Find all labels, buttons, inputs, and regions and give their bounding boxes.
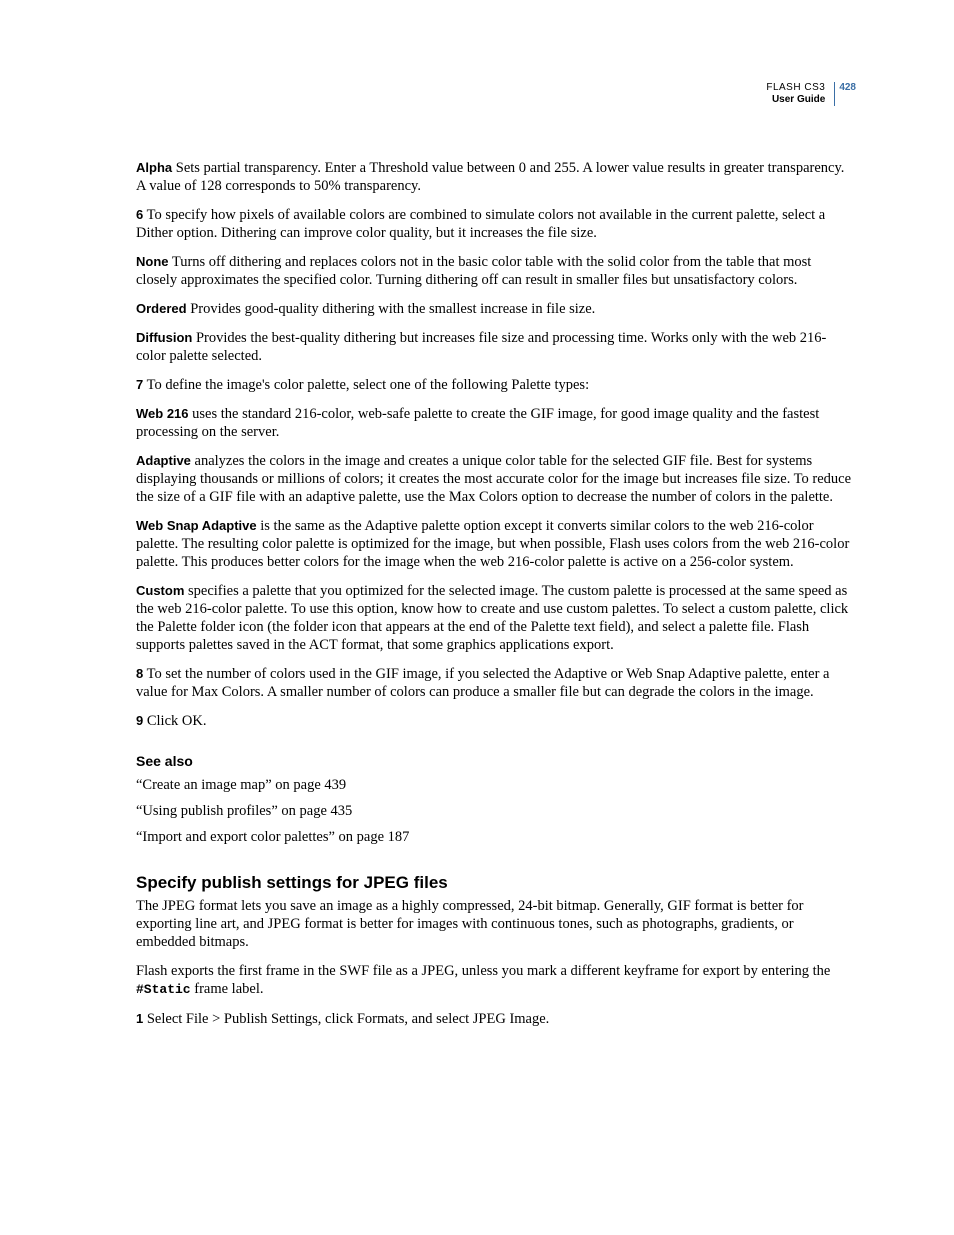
step-7-text: To define the image's color palette, sel… bbox=[143, 377, 589, 393]
jpeg-export: Flash exports the first frame in the SWF… bbox=[136, 962, 854, 999]
term-none: None bbox=[136, 254, 169, 269]
para-adaptive: Adaptive analyzes the colors in the imag… bbox=[136, 452, 854, 506]
text-custom: specifies a palette that you optimized f… bbox=[136, 583, 848, 653]
step-9-text: Click OK. bbox=[143, 713, 206, 729]
term-adaptive: Adaptive bbox=[136, 453, 191, 468]
page-header: FLASH CS3 User Guide 428 bbox=[766, 82, 856, 106]
para-web216: Web 216 uses the standard 216-color, web… bbox=[136, 405, 854, 441]
para-ordered: Ordered Provides good-quality dithering … bbox=[136, 300, 854, 318]
para-none: None Turns off dithering and replaces co… bbox=[136, 253, 854, 289]
jpeg-step-1-text: Select File > Publish Settings, click Fo… bbox=[143, 1011, 549, 1027]
see-also-link-1[interactable]: “Create an image map” on page 439 bbox=[136, 776, 854, 794]
guide-label: User Guide bbox=[766, 94, 825, 106]
para-step7: 7 To define the image's color palette, s… bbox=[136, 376, 854, 394]
jpeg-intro: The JPEG format lets you save an image a… bbox=[136, 897, 854, 951]
para-alpha: Alpha Sets partial transparency. Enter a… bbox=[136, 159, 854, 195]
see-also-link-3[interactable]: “Import and export color palettes” on pa… bbox=[136, 828, 854, 846]
term-ordered: Ordered bbox=[136, 301, 187, 316]
step-8-text: To set the number of colors used in the … bbox=[136, 666, 830, 700]
text-none: Turns off dithering and replaces colors … bbox=[136, 254, 811, 288]
jpeg-export-pre: Flash exports the first frame in the SWF… bbox=[136, 963, 830, 979]
para-step6: 6 To specify how pixels of available col… bbox=[136, 206, 854, 242]
para-websnap: Web Snap Adaptive is the same as the Ada… bbox=[136, 517, 854, 571]
jpeg-step1: 1 Select File > Publish Settings, click … bbox=[136, 1010, 854, 1028]
text-ordered: Provides good-quality dithering with the… bbox=[187, 301, 596, 317]
jpeg-code: #Static bbox=[136, 982, 191, 997]
jpeg-export-post: frame label. bbox=[191, 981, 264, 997]
text-diffusion: Provides the best-quality dithering but … bbox=[136, 330, 826, 364]
header-divider bbox=[834, 82, 835, 106]
page-content: Alpha Sets partial transparency. Enter a… bbox=[136, 159, 854, 1028]
text-adaptive: analyzes the colors in the image and cre… bbox=[136, 453, 851, 505]
para-step8: 8 To set the number of colors used in th… bbox=[136, 665, 854, 701]
para-step9: 9 Click OK. bbox=[136, 712, 854, 730]
term-alpha: Alpha bbox=[136, 160, 172, 175]
term-custom: Custom bbox=[136, 583, 184, 598]
step-6-text: To specify how pixels of available color… bbox=[136, 207, 825, 241]
para-custom: Custom specifies a palette that you opti… bbox=[136, 582, 854, 654]
jpeg-section-heading: Specify publish settings for JPEG files bbox=[136, 874, 854, 892]
see-also-link-2[interactable]: “Using publish profiles” on page 435 bbox=[136, 802, 854, 820]
term-websnap: Web Snap Adaptive bbox=[136, 518, 257, 533]
para-diffusion: Diffusion Provides the best-quality dith… bbox=[136, 329, 854, 365]
text-web216: uses the standard 216-color, web-safe pa… bbox=[136, 406, 819, 440]
text-alpha: Sets partial transparency. Enter a Thres… bbox=[136, 160, 844, 194]
term-diffusion: Diffusion bbox=[136, 330, 192, 345]
page-number: 428 bbox=[839, 82, 856, 94]
term-web216: Web 216 bbox=[136, 406, 189, 421]
product-name: FLASH CS3 bbox=[766, 82, 825, 94]
see-also-heading: See also bbox=[136, 752, 854, 770]
